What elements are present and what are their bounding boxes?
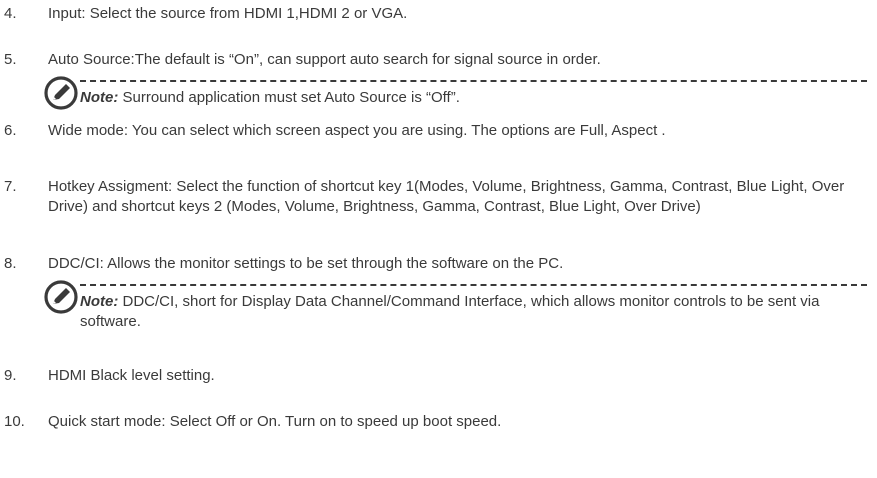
item-text: Input: Select the source from HDMI 1,HDM… xyxy=(48,5,408,22)
note-body: DDC/CI, short for Display Data Channel/C… xyxy=(80,293,820,330)
item-text: DDC/CI: Allows the monitor settings to b… xyxy=(48,255,564,272)
item-number: 7. xyxy=(4,178,17,195)
note-label: Note: xyxy=(80,89,119,106)
item-number: 4. xyxy=(4,5,17,22)
note-divider xyxy=(80,80,867,82)
note-text: Note: Surround application must set Auto… xyxy=(80,88,460,108)
note-text: Note: DDC/CI, short for Display Data Cha… xyxy=(80,292,870,332)
note-pencil-icon xyxy=(44,76,78,110)
list-item: 7. Hotkey Assigment: Select the function… xyxy=(0,177,877,237)
item-text: Hotkey Assigment: Select the function of… xyxy=(48,178,845,215)
item-number: 8. xyxy=(4,255,17,272)
item-number: 9. xyxy=(4,367,17,384)
item-text: Auto Source:The default is “On”, can sup… xyxy=(48,51,601,68)
note-divider xyxy=(80,284,867,286)
note-label: Note: xyxy=(80,293,119,310)
item-number: 5. xyxy=(4,51,17,68)
list-item: 6. Wide mode: You can select which scree… xyxy=(0,121,877,161)
note-block: Note: DDC/CI, short for Display Data Cha… xyxy=(44,280,877,336)
note-block: Note: Surround application must set Auto… xyxy=(44,76,877,112)
item-text: HDMI Black level setting. xyxy=(48,367,215,384)
note-body: Surround application must set Auto Sourc… xyxy=(118,89,460,106)
item-text: Wide mode: You can select which screen a… xyxy=(48,122,666,139)
item-number: 6. xyxy=(4,122,17,139)
item-number: 10. xyxy=(4,413,25,430)
note-pencil-icon xyxy=(44,280,78,314)
item-text: Quick start mode: Select Off or On. Turn… xyxy=(48,413,502,430)
